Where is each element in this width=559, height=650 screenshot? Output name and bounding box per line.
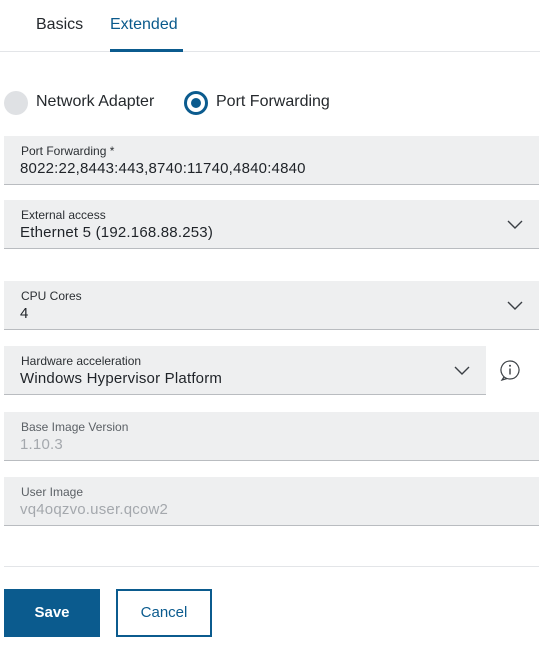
- radio-port-forwarding[interactable]: Port Forwarding: [184, 89, 354, 117]
- chevron-down-icon: [507, 301, 523, 310]
- info-icon[interactable]: [499, 359, 521, 381]
- cpu-cores-label: CPU Cores: [21, 289, 82, 303]
- user-image-field: User Image vq4oqzvo.user.qcow2: [4, 477, 539, 526]
- radio-network-adapter-label: Network Adapter: [36, 93, 155, 110]
- cpu-cores-value: 4: [20, 305, 29, 322]
- external-access-label: External access: [21, 208, 106, 222]
- hardware-acceleration-select[interactable]: Hardware acceleration Windows Hypervisor…: [4, 346, 486, 395]
- cpu-cores-select[interactable]: CPU Cores 4: [4, 281, 539, 330]
- port-forwarding-input[interactable]: Port Forwarding * 8022:22,8443:443,8740:…: [4, 136, 539, 185]
- active-tab-indicator: [110, 49, 183, 52]
- tab-extended[interactable]: Extended: [110, 16, 178, 34]
- base-image-version-value: 1.10.3: [20, 436, 63, 453]
- tab-basics[interactable]: Basics: [36, 16, 83, 34]
- hardware-acceleration-label: Hardware acceleration: [21, 354, 142, 368]
- radio-network-adapter[interactable]: Network Adapter: [4, 89, 174, 117]
- base-image-version-field: Base Image Version 1.10.3: [4, 412, 539, 461]
- user-image-value: vq4oqzvo.user.qcow2: [20, 501, 169, 518]
- hardware-acceleration-value: Windows Hypervisor Platform: [20, 370, 223, 387]
- radio-unselected-icon: [4, 91, 28, 115]
- user-image-label: User Image: [21, 485, 84, 499]
- port-forwarding-value: 8022:22,8443:443,8740:11740,4840:4840: [20, 160, 306, 177]
- network-mode-radio-group: Network Adapter Port Forwarding: [4, 89, 404, 117]
- external-access-select[interactable]: External access Ethernet 5 (192.168.88.2…: [4, 200, 539, 249]
- radio-port-forwarding-label: Port Forwarding: [216, 93, 330, 110]
- footer-divider: [4, 566, 539, 567]
- cancel-button[interactable]: Cancel: [116, 589, 212, 637]
- chevron-down-icon: [507, 220, 523, 229]
- chevron-down-icon: [454, 366, 470, 375]
- base-image-version-label: Base Image Version: [21, 420, 129, 434]
- port-forwarding-label: Port Forwarding *: [21, 144, 115, 158]
- tab-bar: Basics Extended: [0, 0, 540, 52]
- save-button[interactable]: Save: [4, 589, 100, 637]
- radio-selected-icon: [184, 91, 208, 115]
- external-access-value: Ethernet 5 (192.168.88.253): [20, 224, 214, 241]
